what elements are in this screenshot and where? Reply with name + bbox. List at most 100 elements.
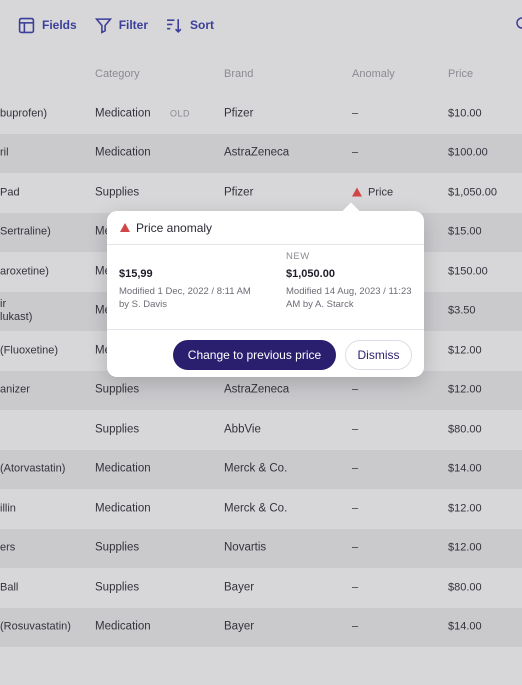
- column-header-anomaly[interactable]: Anomaly: [352, 68, 395, 80]
- new-label: NEW: [286, 251, 310, 262]
- table-row[interactable]: illin Medication Merck & Co. – $12.00: [0, 489, 522, 529]
- sort-label: Sort: [190, 18, 215, 32]
- row-brand: Pfizer: [224, 107, 254, 120]
- row-category: Medication: [95, 620, 151, 633]
- row-price: $12.00: [448, 541, 482, 554]
- old-label: [119, 251, 269, 264]
- row-anomaly: –: [352, 146, 359, 159]
- row-category: Supplies: [95, 383, 140, 396]
- price-anomaly-popup: Price anomaly $15,99 Modified 1 Dec, 202…: [107, 202, 424, 378]
- row-brand: Merck & Co.: [224, 502, 288, 515]
- row-price: $12.00: [448, 502, 482, 515]
- new-price-block: NEW $1,050.00 Modified 14 Aug, 2023 / 11…: [286, 251, 436, 311]
- table-icon: [18, 17, 35, 33]
- row-anomaly: –: [352, 107, 359, 120]
- row-brand: AstraZeneca: [224, 146, 290, 159]
- row-anomaly: –: [352, 462, 359, 475]
- table-row[interactable]: buprofen) Medication Pfizer – $10.00 OLD: [0, 94, 522, 134]
- row-anomaly: –: [352, 423, 359, 436]
- row-anomaly: –: [352, 502, 359, 515]
- row-price: $10.00: [448, 107, 482, 120]
- row-brand: AbbVie: [224, 423, 261, 436]
- old-price-block: $15,99 Modified 1 Dec, 2022 / 8:11 AM by…: [119, 251, 269, 311]
- row-name: (Fluoxetine): [0, 344, 59, 357]
- link-icon[interactable]: [514, 15, 522, 31]
- row-category: Supplies: [95, 423, 140, 436]
- warning-icon: [120, 223, 130, 232]
- old-price: $15,99: [119, 268, 153, 280]
- table-row[interactable]: ers Supplies Novartis – $12.00: [0, 528, 522, 568]
- anomaly-text: Price: [368, 186, 394, 199]
- row-name: (Rosuvastatin): [0, 620, 71, 633]
- row-price: $150.00: [448, 265, 488, 278]
- row-name: ir lukast): [0, 298, 33, 324]
- row-name: buprofen): [0, 107, 48, 120]
- dismiss-button[interactable]: Dismiss: [345, 340, 412, 370]
- column-header-brand[interactable]: Brand: [224, 68, 253, 80]
- popup-title: Price anomaly: [136, 220, 213, 235]
- row-brand: Merck & Co.: [224, 462, 288, 475]
- row-name: Pad: [0, 186, 20, 199]
- old-modified: Modified 1 Dec, 2022 / 8:11 AM by S. Dav…: [119, 286, 251, 310]
- row-brand: Novartis: [224, 541, 267, 554]
- row-category: Medication: [95, 502, 151, 515]
- table-row[interactable]: (Atorvastatin) Medication Merck & Co. – $14.…: [0, 449, 522, 489]
- row-name: (Atorvastatin): [0, 462, 66, 475]
- row-price: $80.00: [448, 423, 482, 436]
- row-anomaly: –: [352, 383, 359, 396]
- fields-label: Fields: [42, 18, 77, 32]
- row-name: ril: [0, 146, 9, 159]
- fields-button[interactable]: Fields: [18, 17, 77, 34]
- table-row[interactable]: ril Medication AstraZeneca – $100.00: [0, 133, 522, 173]
- row-category: Supplies: [95, 541, 140, 554]
- filter-label: Filter: [118, 18, 149, 32]
- row-price: $15.00: [448, 225, 482, 238]
- row-price: $12.00: [448, 383, 482, 396]
- row-brand: Bayer: [224, 620, 255, 633]
- sort-button[interactable]: Sort: [166, 17, 214, 34]
- filter-button[interactable]: Filter: [94, 17, 149, 34]
- row-name: illin: [0, 502, 16, 515]
- row-price: $14.00: [448, 462, 482, 475]
- row-category: Supplies: [95, 186, 140, 199]
- row-brand: AstraZeneca: [224, 383, 290, 396]
- popup-footer: Change to previous price Dismiss: [107, 329, 424, 378]
- table-row[interactable]: (Rosuvastatin) Medication Bayer – $14.00: [0, 607, 522, 647]
- new-price: $1,050.00: [286, 268, 335, 280]
- column-header-price[interactable]: Price: [448, 68, 473, 80]
- popup-header: Price anomaly: [107, 211, 424, 245]
- toolbar: Fields Filter Sort: [0, 0, 522, 50]
- new-modified: Modified 14 Aug, 2023 / 11:23 AM by A. S…: [286, 286, 412, 310]
- row-anomaly: –: [352, 581, 359, 594]
- change-to-previous-price-button[interactable]: Change to previous price: [173, 340, 336, 370]
- row-anomaly[interactable]: Price: [352, 186, 393, 199]
- row-brand: Bayer: [224, 581, 255, 594]
- row-brand: Pfizer: [224, 186, 254, 199]
- row-name: ers: [0, 541, 16, 554]
- table-row[interactable]: Pad Supplies Pfizer Price $1,050.00: [0, 173, 522, 213]
- row-price: $100.00: [448, 146, 488, 159]
- row-category: Medication: [95, 107, 151, 120]
- row-price: $1,050.00: [448, 186, 497, 199]
- row-price: $80.00: [448, 581, 482, 594]
- row-anomaly: –: [352, 620, 359, 633]
- row-category: Supplies: [95, 581, 140, 594]
- row-category: Medication: [95, 146, 151, 159]
- warning-icon: [352, 187, 362, 197]
- column-header-category[interactable]: Category: [95, 68, 140, 80]
- old-badge: OLD: [170, 108, 191, 119]
- sort-icon: [167, 18, 182, 33]
- row-name: Sertraline): [0, 225, 51, 238]
- table-row[interactable]: Supplies AbbVie – $80.00: [0, 410, 522, 450]
- row-price: $14.00: [448, 620, 482, 633]
- row-name: aroxetine): [0, 265, 49, 278]
- row-category: Medication: [95, 462, 151, 475]
- row-anomaly: –: [352, 541, 359, 554]
- table-header: Category Brand Anomaly Price: [0, 60, 522, 88]
- filter-icon: [94, 17, 112, 34]
- row-price: $3.50: [448, 304, 476, 317]
- row-name: Ball: [0, 581, 19, 594]
- table-row[interactable]: Ball Supplies Bayer – $80.00: [0, 568, 522, 608]
- row-price: $12.00: [448, 344, 482, 357]
- row-name: anizer: [0, 383, 30, 396]
